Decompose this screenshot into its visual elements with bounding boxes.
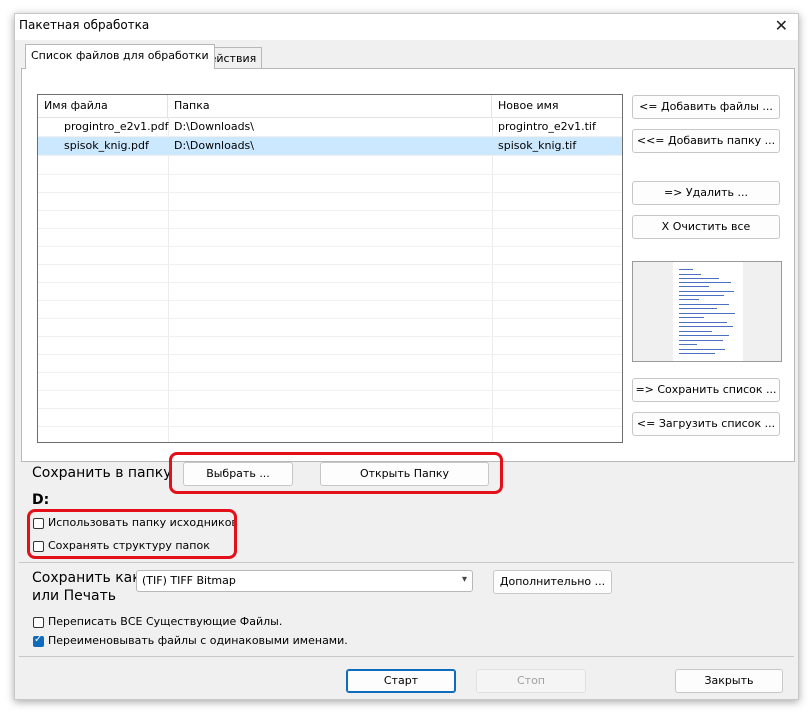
file-list-header: Имя файла Папка Новое имя bbox=[38, 95, 622, 118]
advanced-options-button[interactable]: Дополнительно ... bbox=[493, 570, 612, 594]
chevron-down-icon[interactable]: ▾ bbox=[462, 574, 467, 585]
file-row[interactable]: progintro_e2v1.pdf D:\Downloads\ progint… bbox=[38, 118, 622, 137]
save-as-label-line2: или Печать bbox=[32, 588, 116, 604]
start-button[interactable]: Старт bbox=[346, 669, 456, 693]
clear-all-button[interactable]: X Очистить все bbox=[632, 215, 780, 239]
save-folder-path: D: bbox=[32, 492, 50, 508]
file-new-name: progintro_e2v1.tif bbox=[498, 120, 596, 133]
column-header-new-name[interactable]: Новое имя bbox=[492, 95, 622, 117]
rename-duplicates-label[interactable]: Переименовывать файлы с одинаковыми имен… bbox=[48, 634, 348, 647]
save-list-button[interactable]: => Сохранить список ... bbox=[632, 378, 780, 402]
add-files-button[interactable]: <= Добавить файлы ... bbox=[632, 95, 780, 119]
column-header-folder[interactable]: Папка bbox=[168, 95, 492, 117]
file-row[interactable]: spisok_knig.pdf D:\Downloads\ spisok_kni… bbox=[38, 137, 622, 156]
highlight-folder-options bbox=[27, 509, 237, 559]
save-as-label: Сохранить как bbox=[32, 570, 141, 586]
window-title: Пакетная обработка bbox=[19, 18, 150, 32]
rename-duplicates-checkbox[interactable] bbox=[33, 634, 44, 647]
file-folder: D:\Downloads\ bbox=[174, 139, 254, 152]
file-name: progintro_e2v1.pdf bbox=[64, 120, 169, 133]
save-folder-label: Сохранить в папку bbox=[32, 465, 172, 481]
delete-button[interactable]: => Удалить ... bbox=[632, 181, 780, 205]
tab-file-list[interactable]: Список файлов для обработки bbox=[25, 44, 215, 69]
highlight-folder-buttons bbox=[169, 452, 503, 494]
page-preview bbox=[632, 261, 782, 362]
file-new-name: spisok_knig.tif bbox=[498, 139, 577, 152]
batch-processing-dialog: Пакетная обработка ✕ Список файлов для о… bbox=[14, 13, 799, 700]
overwrite-all-label[interactable]: Переписать ВСЕ Существующие Файлы. bbox=[48, 615, 282, 628]
file-folder: D:\Downloads\ bbox=[174, 120, 254, 133]
file-list[interactable]: Имя файла Папка Новое имя progintro_e2v1… bbox=[37, 94, 623, 443]
output-format-value: (TIF) TIFF Bitmap bbox=[142, 574, 236, 587]
title-bar: Пакетная обработка ✕ bbox=[15, 14, 798, 40]
column-header-filename[interactable]: Имя файла bbox=[38, 95, 168, 117]
close-button[interactable]: Закрыть bbox=[675, 669, 783, 693]
load-list-button[interactable]: <= Загрузить список ... bbox=[632, 412, 780, 436]
file-name: spisok_knig.pdf bbox=[64, 139, 149, 152]
close-icon[interactable]: ✕ bbox=[775, 16, 788, 35]
preview-page-thumbnail bbox=[673, 262, 743, 361]
add-folder-button[interactable]: <<= Добавить папку ... bbox=[632, 129, 780, 153]
overwrite-all-checkbox[interactable] bbox=[33, 617, 44, 628]
output-format-select[interactable]: (TIF) TIFF Bitmap ▾ bbox=[136, 570, 473, 592]
stop-button[interactable]: Стоп bbox=[476, 669, 586, 693]
